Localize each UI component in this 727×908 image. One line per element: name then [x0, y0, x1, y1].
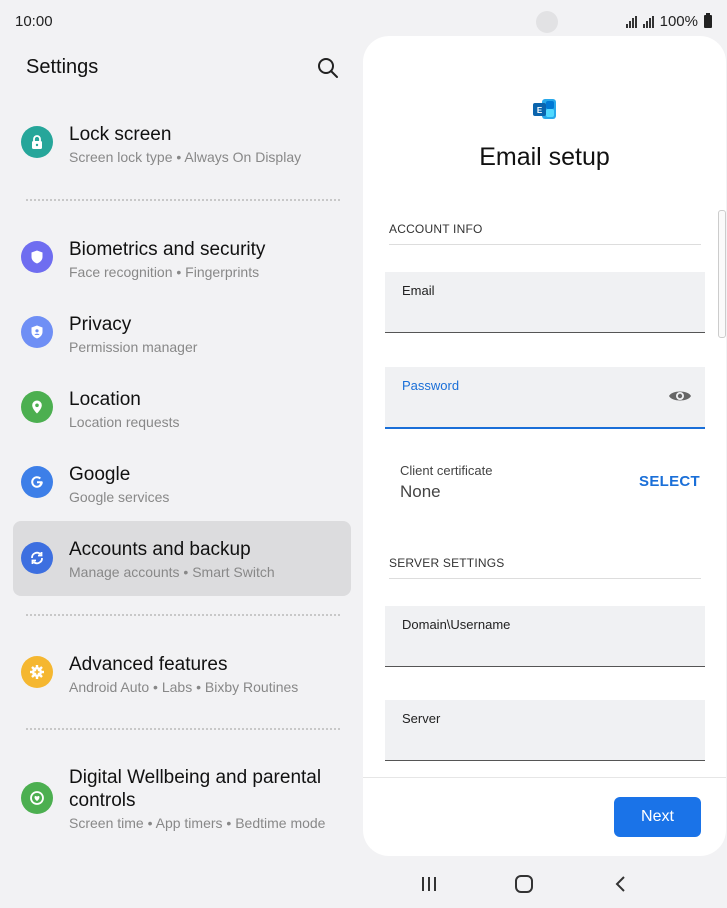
- divider: [26, 199, 340, 201]
- item-title-line2: controls: [69, 790, 136, 811]
- show-password-eye-icon[interactable]: [668, 387, 692, 405]
- settings-panel: Settings Lock screen Screen lock type • …: [0, 40, 363, 860]
- divider: [26, 614, 340, 616]
- email-label: Email: [402, 283, 435, 298]
- item-title: Lock screen: [69, 124, 172, 145]
- email-setup-card: E Email setup ACCOUNT INFO Email Passwor…: [363, 36, 726, 856]
- page-title: Email setup: [479, 143, 610, 171]
- battery-icon: [704, 13, 712, 28]
- item-title: Privacy: [69, 314, 132, 335]
- password-label: Password: [402, 378, 460, 393]
- client-certificate-value: None: [400, 482, 441, 501]
- lock-icon: [21, 126, 53, 158]
- item-subtitle: Screen lock type • Always On Display: [69, 149, 302, 165]
- email-field[interactable]: Email: [385, 272, 705, 333]
- password-field[interactable]: Password: [385, 367, 705, 429]
- divider: [363, 777, 726, 778]
- scrollbar[interactable]: [718, 210, 726, 338]
- item-subtitle: Permission manager: [69, 339, 198, 355]
- domain-username-label: Domain\Username: [402, 617, 511, 632]
- item-subtitle: Screen time • App timers • Bedtime mode: [69, 815, 326, 831]
- divider: [389, 244, 701, 245]
- recent-apps-icon[interactable]: [417, 872, 441, 896]
- next-button[interactable]: Next: [614, 797, 701, 837]
- navigation-bar: [363, 860, 727, 908]
- signal-icon: [625, 15, 637, 28]
- exchange-logo-icon: E: [533, 99, 556, 119]
- server-label: Server: [402, 711, 441, 726]
- item-title: Accounts and backup: [69, 539, 251, 560]
- status-icons: 100%: [625, 13, 712, 30]
- server-field[interactable]: Server: [385, 700, 705, 761]
- home-icon[interactable]: [512, 872, 536, 896]
- item-subtitle: Manage accounts • Smart Switch: [69, 564, 275, 580]
- section-server-settings: SERVER SETTINGS: [389, 556, 505, 570]
- status-time: 10:00: [15, 13, 53, 30]
- settings-item-location[interactable]: Location Location requests: [13, 369, 351, 444]
- item-title: Google: [69, 464, 131, 485]
- item-title: Advanced features: [69, 654, 228, 675]
- shield-icon: [21, 241, 53, 273]
- google-g-icon: [21, 466, 53, 498]
- privacy-shield-icon: [21, 316, 53, 348]
- wellbeing-icon: [21, 782, 53, 814]
- settings-item-advanced-features[interactable]: Advanced features Android Auto • Labs • …: [13, 634, 351, 709]
- select-certificate-button[interactable]: SELECT: [639, 473, 700, 490]
- client-certificate-label: Client certificate: [400, 463, 493, 478]
- divider: [26, 728, 340, 730]
- settings-item-accounts-backup[interactable]: Accounts and backup Manage accounts • Sm…: [13, 521, 351, 596]
- status-bar: 10:00 100%: [0, 0, 727, 40]
- gear-plus-icon: [21, 656, 53, 688]
- item-subtitle: Face recognition • Fingerprints: [69, 264, 260, 280]
- svg-text:E: E: [537, 106, 543, 115]
- item-subtitle: Google services: [69, 489, 170, 505]
- settings-item-biometrics[interactable]: Biometrics and security Face recognition…: [13, 219, 351, 294]
- item-title: Digital Wellbeing and parental: [69, 767, 322, 788]
- battery-percent: 100%: [659, 13, 698, 30]
- settings-item-privacy[interactable]: Privacy Permission manager: [13, 294, 351, 369]
- sync-icon: [21, 542, 53, 574]
- domain-username-field[interactable]: Domain\Username: [385, 606, 705, 667]
- location-pin-icon: [21, 391, 53, 423]
- item-subtitle: Android Auto • Labs • Bixby Routines: [69, 679, 299, 695]
- item-subtitle: Location requests: [69, 414, 180, 430]
- section-account-info: ACCOUNT INFO: [389, 222, 483, 236]
- divider: [389, 578, 701, 579]
- signal-icon: [642, 15, 654, 28]
- settings-item-google[interactable]: Google Google services: [13, 444, 351, 519]
- item-title: Location: [69, 389, 141, 410]
- settings-item-digital-wellbeing[interactable]: Digital Wellbeing and parental controls …: [13, 748, 351, 848]
- front-camera: [536, 11, 558, 33]
- page-title: Settings: [26, 56, 99, 78]
- search-icon[interactable]: [316, 56, 340, 80]
- item-title: Biometrics and security: [69, 239, 266, 260]
- back-icon[interactable]: [609, 872, 633, 896]
- settings-item-lock-screen[interactable]: Lock screen Screen lock type • Always On…: [13, 104, 351, 179]
